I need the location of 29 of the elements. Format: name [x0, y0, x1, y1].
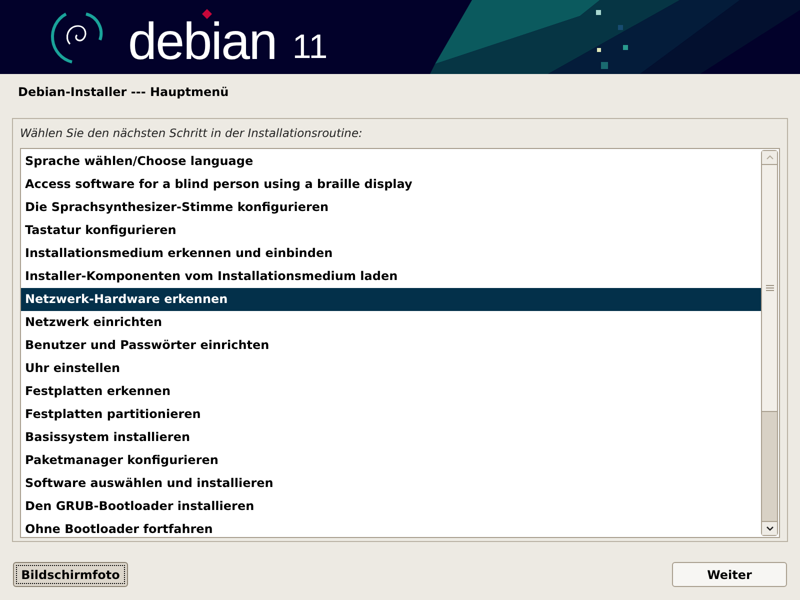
- version-text: 11: [292, 32, 328, 62]
- menu-item[interactable]: Den GRUB-Bootloader installieren: [21, 495, 761, 518]
- menu-item[interactable]: Netzwerk einrichten: [21, 311, 761, 334]
- menu-item[interactable]: Basissystem installieren: [21, 426, 761, 450]
- scrollbar[interactable]: [761, 150, 778, 536]
- menu-item[interactable]: Netzwerk-Hardware erkennen: [21, 288, 761, 312]
- diamond-icon: [202, 9, 212, 19]
- prompt-text: Wählen Sie den nächsten Schritt in der Installationsroutine:: [20, 125, 364, 142]
- scroll-down-icon[interactable]: [766, 526, 774, 531]
- menu-item[interactable]: Access software for a blind person using a braille display: [21, 173, 761, 196]
- menu-item[interactable]: Festplatten partitionieren: [21, 403, 761, 426]
- menu-item[interactable]: Installer-Komponenten vom Installationsmedium laden: [21, 265, 761, 288]
- window-title: Debian-Installer --- Hauptmenü: [18, 84, 229, 101]
- menu-item[interactable]: Festplatten erkennen: [21, 380, 761, 404]
- menu-item[interactable]: Installationsmedium erkennen und einbinden: [21, 242, 761, 266]
- menu-item[interactable]: Software auswählen und installieren: [21, 472, 761, 496]
- menu-item[interactable]: Sprache wählen/Choose language: [21, 150, 761, 174]
- scroll-up-icon[interactable]: [766, 155, 774, 160]
- menu-item[interactable]: Die Sprachsynthesizer-Stimme konfigurieren: [21, 196, 761, 220]
- grip-icon: [766, 285, 774, 292]
- scrollbar-thumb[interactable]: [762, 165, 777, 412]
- menu-item[interactable]: Paketmanager konfigurieren: [21, 449, 761, 472]
- menu-item[interactable]: Tastatur konfigurieren: [21, 219, 761, 242]
- menu-item[interactable]: Benutzer und Passwörter einrichten: [21, 334, 761, 358]
- continue-button[interactable]: Weiter: [672, 562, 787, 587]
- menu-item[interactable]: Uhr einstellen: [21, 357, 761, 380]
- menu-item[interactable]: Ohne Bootloader fortfahren: [21, 518, 761, 542]
- screenshot-button[interactable]: Bildschirmfoto: [13, 562, 128, 587]
- logo-text: debian: [128, 22, 276, 62]
